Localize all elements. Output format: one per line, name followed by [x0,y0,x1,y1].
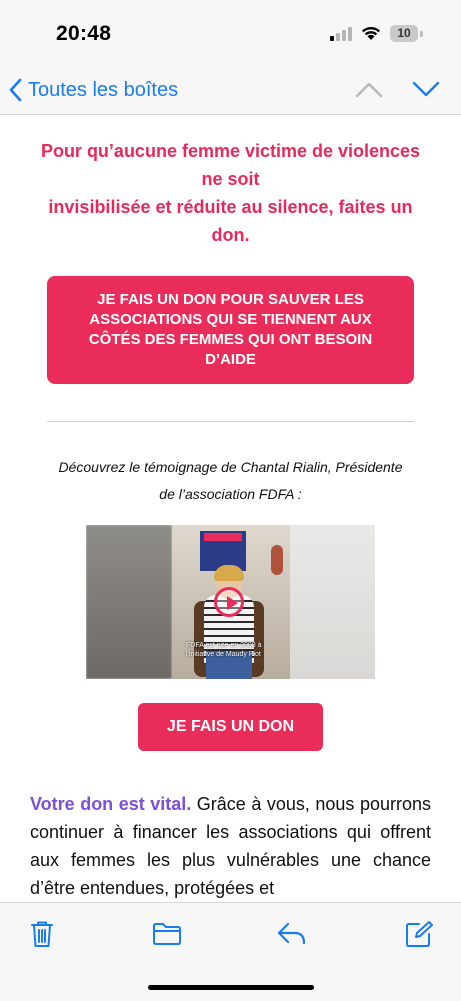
video-thumbnail[interactable]: FDFA est née en 2008 à l'initiative de M… [86,525,375,679]
video-blur-left [86,525,172,679]
wall-poster-banner [204,533,242,541]
headline-line: ne soit [201,169,260,189]
wifi-icon [362,26,380,40]
donate-button-large-label: JE FAIS UN DON POUR SAUVER LES ASSOCIATI… [88,291,373,368]
folder-icon[interactable] [152,922,182,946]
donate-button[interactable]: JE FAIS UN DON [138,703,323,751]
paragraph-highlight: Votre don est vital. [30,794,192,814]
play-icon[interactable] [214,587,244,617]
email-headline: Pour qu’aucune femme victime de violence… [30,137,431,249]
compose-icon[interactable] [405,920,433,948]
cellular-signal-icon [330,27,352,41]
status-bar: 20:48 10 [0,0,461,66]
next-message-icon[interactable] [411,78,441,100]
headline-line: Pour qu’aucune femme victime de violence… [40,141,421,161]
reply-icon[interactable] [277,921,307,947]
email-body: Pour qu’aucune femme victime de violence… [0,115,461,902]
video-caption: FDFA est née en 2008 à l'initiative de M… [186,642,262,658]
headline-line: invisibilisée et réduite au silence, fai… [48,197,413,217]
previous-message-icon[interactable] [354,78,384,100]
intro-line: de l’association FDFA : [159,486,302,502]
battery-tip [420,31,423,37]
back-label: Toutes les boîtes [28,78,179,101]
body-paragraph: Votre don est vital. Grâce à vous, nous … [30,790,431,902]
donate-button-label: JE FAIS UN DON [166,718,295,735]
testimony-intro: Découvrez le témoignage de Chantal Riali… [40,454,421,508]
mail-nav-bar: Toutes les boîtes [0,66,461,115]
divider [47,421,414,422]
clock: 20:48 [56,22,112,45]
trash-icon[interactable] [30,920,54,948]
headline-line: don. [211,225,250,245]
chevron-left-icon [9,78,22,102]
back-button[interactable]: Toutes les boîtes [8,76,178,104]
decor-figure [271,545,283,575]
intro-line: Découvrez le témoignage de Chantal Riali… [58,459,403,475]
home-indicator [148,985,314,990]
person-hair [214,565,244,581]
donate-button-large[interactable]: JE FAIS UN DON POUR SAUVER LES ASSOCIATI… [47,276,414,384]
video-blur-right [290,525,375,679]
battery-indicator: 10 [390,25,418,42]
